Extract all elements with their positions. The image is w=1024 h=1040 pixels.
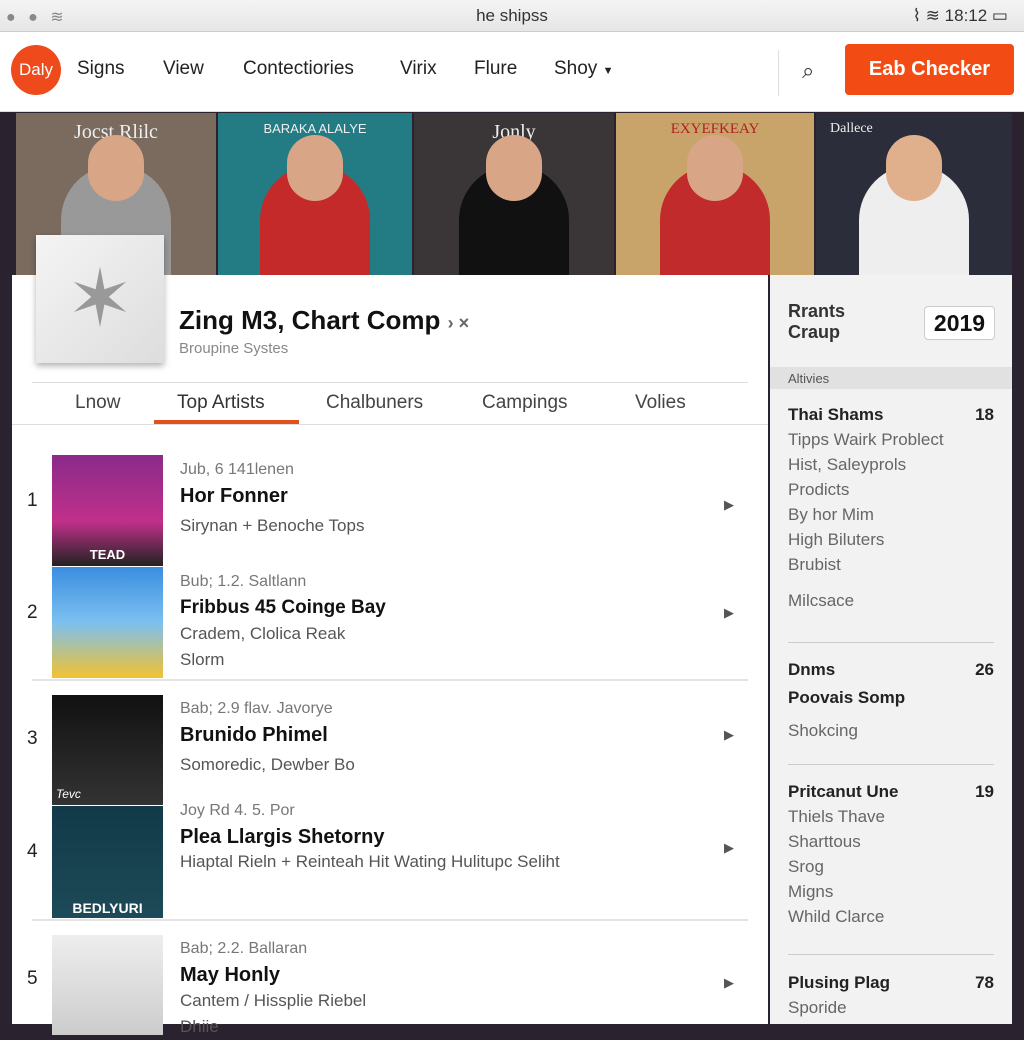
group-title: Dnms — [788, 660, 836, 679]
nav-item-virix[interactable]: Virix — [400, 58, 437, 80]
group-item[interactable]: High Biluters — [788, 530, 994, 550]
rank: 5 — [27, 968, 38, 989]
group-count: 78 — [975, 973, 994, 992]
album-art: BEDLYURI — [52, 806, 163, 918]
group-title: Thai Shams — [788, 405, 884, 424]
sidebar-group[interactable]: Thai Shams 18 Tipps Wairk Problect Hist, … — [788, 405, 994, 611]
row-name: Plea Llargis Shetorny — [180, 826, 385, 848]
banner-card[interactable]: BARAKA ALALYE — [218, 113, 412, 275]
group-item[interactable]: Poovais Somp — [788, 688, 994, 708]
group-item[interactable]: Shokcing — [788, 721, 994, 741]
clock: 18:12 — [944, 6, 988, 25]
album-art — [52, 567, 163, 678]
page-title: Zing M3, Chart Comp › × — [179, 305, 469, 336]
logo[interactable]: Daly — [11, 45, 61, 95]
page-title-text: Zing M3, Chart Comp — [179, 305, 441, 335]
nav-item-contectiories[interactable]: Contectiories — [243, 58, 354, 80]
group-item[interactable]: Srog — [788, 857, 994, 877]
nav-item-signs[interactable]: Signs — [77, 58, 125, 80]
banner-title: BARAKA ALALYE — [263, 121, 367, 136]
chart-panel: ✶ Zing M3, Chart Comp › × Broupine Syste… — [12, 235, 768, 1036]
row-meta: Joy Rd 4. 5. Por — [180, 802, 295, 819]
row-meta: Bub; 1.2. Saltlann — [180, 573, 307, 590]
sidebar-group[interactable]: Dnms 26 Poovais Somp Shokcing — [788, 660, 994, 741]
row-meta: Bab; 2.9 flav. Javorye — [180, 700, 333, 717]
group-count: 18 — [975, 405, 994, 424]
arrow-right-icon[interactable]: ▶ — [724, 840, 734, 856]
group-item[interactable]: Sharttous — [788, 832, 994, 852]
group-item[interactable]: By hor Mim — [788, 505, 994, 525]
arrow-right-icon[interactable]: ▶ — [724, 497, 734, 513]
top-nav: Daly Signs View Contectiories Virix Flur… — [0, 32, 1024, 112]
album-art: Tevc — [52, 695, 163, 805]
chart-logo: ✶ — [36, 235, 164, 363]
wifi-icon: ⌇ ≋ — [912, 6, 945, 25]
arrow-right-icon[interactable]: ▶ — [724, 975, 734, 991]
group-item[interactable]: Prodicts — [788, 480, 994, 500]
group-item[interactable]: Migns — [788, 882, 994, 902]
battery-icon: ▭ — [987, 6, 1008, 25]
rank: 2 — [27, 602, 38, 623]
banner-card[interactable]: Dallece — [816, 113, 1012, 275]
row-name: Hor Fonner — [180, 485, 288, 507]
chevron-down-icon: ▼ — [602, 65, 614, 77]
group-count: 19 — [975, 782, 994, 801]
album-art — [52, 935, 163, 1035]
row-name: Brunido Phimel — [180, 724, 328, 746]
year-select[interactable]: 2019 — [924, 306, 995, 340]
row-name: Fribbus 45 Coinge Bay — [180, 597, 386, 618]
group-item[interactable]: Sporide — [788, 998, 994, 1018]
window-title: he shipss — [476, 6, 548, 25]
arrow-right-icon[interactable]: ▶ — [724, 727, 734, 743]
sidebar-group[interactable]: Pritcanut Une 19 Thiels Thave Sharttous S… — [788, 782, 994, 927]
nav-item-label: Shoy — [554, 58, 598, 79]
nav-item-shoy[interactable]: Shoy ▼ — [554, 58, 613, 80]
divider — [778, 50, 779, 96]
group-title: Plusing Plag — [788, 973, 891, 992]
row-meta: Bab; 2.2. Ballaran — [180, 940, 308, 957]
group-item[interactable]: Hist, Saleyprols — [788, 455, 994, 475]
row-meta: Jub, 6 141lenen — [180, 461, 294, 478]
tab-chalbuners[interactable]: Chalbuners — [326, 392, 423, 414]
group-item[interactable]: Whild Clarce — [788, 907, 994, 927]
search-icon[interactable]: ⌕ — [802, 58, 814, 84]
row-desc: Cantem / Hissplie Riebel Dhiie — [180, 991, 367, 1036]
sidebar-section: Altivies — [770, 367, 1012, 389]
nav-item-flure[interactable]: Flure — [474, 58, 517, 80]
page-subtitle: Broupine Systes — [179, 340, 289, 357]
group-count: 26 — [975, 660, 994, 679]
cta-button[interactable]: Eab Checker — [845, 44, 1014, 95]
sidebar-heading: Rrants Craup — [788, 301, 846, 342]
rank: 1 — [27, 490, 38, 511]
row-desc: Somoredic, Dewber Bo — [180, 755, 355, 774]
tab-campings[interactable]: Campings — [482, 392, 568, 414]
album-art: TEAD — [52, 455, 163, 566]
tab-lnow[interactable]: Lnow — [75, 392, 120, 414]
arrow-right-icon[interactable]: ▶ — [724, 605, 734, 621]
row-desc: Sirynan + Benoche Tops — [180, 516, 365, 535]
banner-card[interactable]: Jonly — [414, 113, 614, 275]
row-name: May Honly — [180, 964, 281, 986]
group-title: Pritcanut Une — [788, 782, 899, 801]
group-item[interactable]: Brubist — [788, 555, 994, 575]
rank: 4 — [27, 841, 38, 862]
status-bar: ● ● ≋ he shipss ⌇ ≋ 18:12 ▭ — [0, 0, 1024, 32]
sidebar-group[interactable]: Plusing Plag 78 Sporide — [788, 973, 994, 1018]
tab-volies[interactable]: Volies — [635, 392, 686, 414]
rank: 3 — [27, 728, 38, 749]
sidebar: Rrants Craup 2019 Altivies Thai Shams 18 … — [770, 275, 1012, 1024]
group-item[interactable]: Tipps Wairk Problect — [788, 430, 994, 450]
group-item[interactable]: Thiels Thave — [788, 807, 994, 827]
group-item[interactable]: Milcsace — [788, 591, 994, 611]
row-desc: Cradem, Clolica Reak Slorm — [180, 624, 346, 669]
banner-card[interactable]: EXYEFKEAY — [616, 113, 814, 275]
tab-top-artists[interactable]: Top Artists — [177, 392, 265, 414]
row-desc: Hiaptal Rieln + Reinteah Hit Wating Huli… — [180, 852, 560, 871]
chevron-right-icon[interactable]: › × — [448, 313, 470, 333]
nav-item-view[interactable]: View — [163, 58, 204, 80]
